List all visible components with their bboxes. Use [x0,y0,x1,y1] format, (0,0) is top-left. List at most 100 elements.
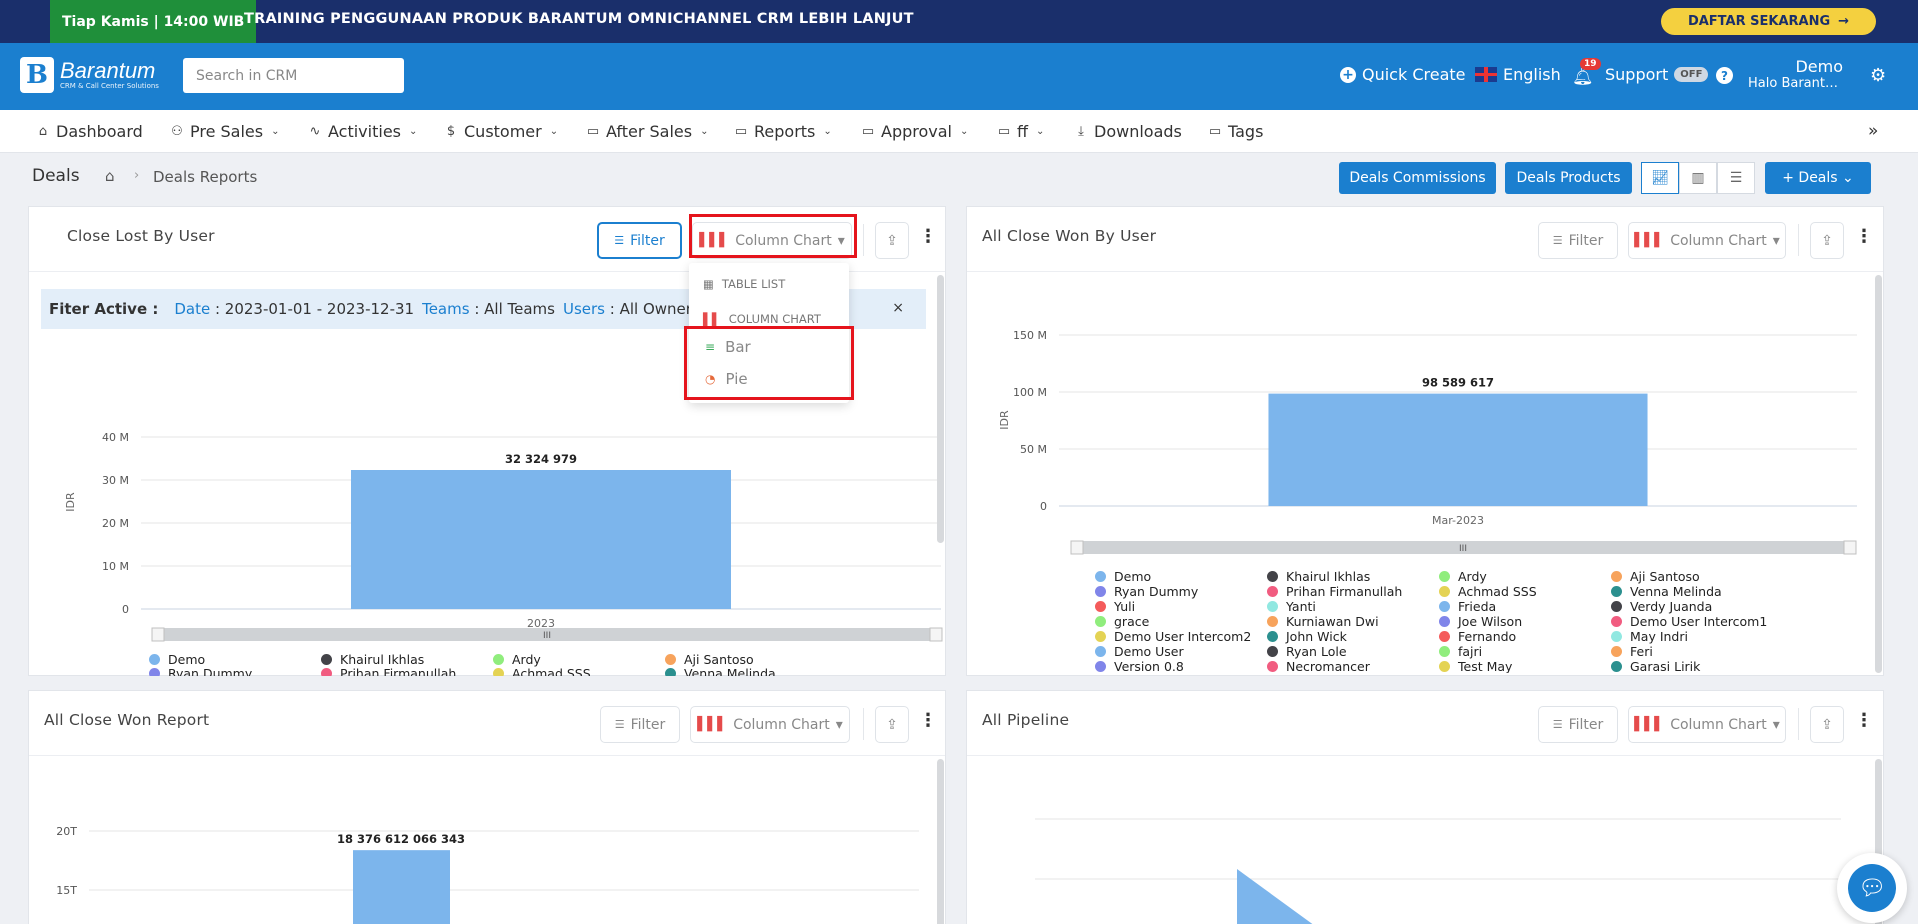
legend-item[interactable]: Ardy [1439,569,1487,584]
chart-type-dropdown[interactable]: ▌▌▌ Column Chart ▾ [1628,222,1786,259]
kanban-view-icon[interactable]: ▥ [1679,162,1717,194]
pipeline-funnel-shape[interactable] [1237,869,1322,924]
nav-after-sales[interactable]: ▭ After Sales ⌄ [586,110,709,153]
deals-products-button[interactable]: Deals Products [1505,162,1632,194]
nav-more-icon[interactable]: » [1868,121,1878,141]
legend-item[interactable]: Fernando [1439,629,1516,644]
legend-item[interactable]: John Wick [1267,629,1347,644]
legend-item[interactable]: Joe Wilson [1439,614,1522,629]
quick-create-button[interactable]: + Quick Create [1340,65,1466,84]
legend-item[interactable]: Kurniawan Dwi [1267,614,1379,629]
legend-item[interactable]: Demo User Intercom2 [1095,629,1251,644]
add-deals-button[interactable]: + Deals ⌄ [1765,162,1871,194]
legend-label: Garasi Lirik [1630,659,1701,673]
legend-item[interactable]: Prihan Firmanullah [321,666,456,676]
legend-item[interactable]: Achmad SSS [1439,584,1537,599]
kebab-menu-icon[interactable]: ⋮ [919,710,937,731]
export-icon[interactable]: ⇪ [875,706,909,743]
legend-item[interactable]: fajri [1439,644,1482,659]
nav-pre-sales[interactable]: ⚇ Pre Sales ⌄ [170,110,279,153]
vertical-scrollbar[interactable] [1875,275,1882,673]
legend-item[interactable]: Demo [1095,569,1151,584]
legend-item[interactable]: Garasi Lirik [1611,659,1700,673]
legend-item[interactable]: Prihan Firmanullah [1267,584,1402,599]
close-filter-icon[interactable]: × [892,300,904,316]
bar-close-won-report[interactable] [353,850,450,924]
search-input[interactable] [183,58,404,93]
legend-item[interactable]: Ryan Lole [1267,644,1347,659]
gear-icon[interactable]: ⚙ [1870,65,1886,86]
legend-item[interactable]: Frieda [1439,599,1496,614]
kebab-menu-icon[interactable]: ⋮ [1855,710,1873,731]
legend-item[interactable]: Venna Melinda [665,666,776,676]
legend-item[interactable]: Demo User Intercom1 [1611,614,1767,629]
legend-item[interactable]: Khairul Ikhlas [1267,569,1370,584]
nav-dashboard[interactable]: ⌂ Dashboard [36,110,143,153]
support-toggle[interactable]: Support OFF [1605,65,1709,84]
bar-2023[interactable] [351,470,731,609]
kebab-menu-icon[interactable]: ⋮ [1855,226,1873,247]
brand-logo[interactable]: B Barantum CRM & Call Center Solutions [20,57,159,93]
legend-swatch [1439,631,1450,642]
user-subtitle: Halo Barantum Ba... [1748,76,1843,91]
legend-item[interactable]: Ardy [493,652,541,667]
nav-downloads[interactable]: ⤓ Downloads [1074,110,1182,153]
export-icon[interactable]: ⇪ [875,222,909,259]
scroll-grip-icon[interactable]: III [543,631,551,641]
legend-item[interactable]: Demo User [1095,644,1184,659]
chart-type-dropdown[interactable]: ▌▌▌ Column Chart ▾ [1628,706,1786,743]
legend-item[interactable]: Yanti [1267,599,1316,614]
filter-button[interactable]: ☰ Filter [1538,222,1618,259]
deals-commissions-button[interactable]: Deals Commissions [1339,162,1496,194]
filter-button[interactable]: ☰ Filter [597,222,682,259]
nav-approval[interactable]: ▭ Approval ⌄ [861,110,969,153]
chart-type-dropdown[interactable]: ▌▌▌ Column Chart ▾ [690,706,850,743]
legend-item[interactable]: Aji Santoso [665,652,754,667]
legend-item[interactable]: Ryan Dummy [149,666,252,676]
list-view-icon[interactable]: ☰ [1717,162,1755,194]
nav-ff[interactable]: ▭ ff ⌄ [997,110,1045,153]
filter-button[interactable]: ☰ Filter [600,706,680,743]
language-selector[interactable]: English [1475,65,1561,84]
vertical-scrollbar[interactable] [937,759,944,924]
breadcrumb-home-icon[interactable]: ⌂ [105,167,115,185]
filter-button[interactable]: ☰ Filter [1538,706,1618,743]
nav-activities[interactable]: ∿ Activities ⌄ [308,110,418,153]
nav-reports[interactable]: ▭ Reports ⌄ [734,110,832,153]
bell-icon[interactable]: 🔔︎ [1572,67,1594,87]
legend-item[interactable]: Version 0.8 [1095,659,1184,673]
scroll-right-button[interactable] [929,627,943,642]
legend-item[interactable]: Venna Melinda [1611,584,1722,599]
legend-item[interactable]: Test May [1439,659,1512,673]
scroll-right-button[interactable] [1843,540,1857,555]
legend-item[interactable]: Achmad SSS [493,666,591,676]
menu-item-table-list[interactable]: ▦ TABLE LIST [703,277,785,291]
legend-item[interactable]: Necromancer [1267,659,1370,673]
export-icon[interactable]: ⇪ [1810,222,1844,259]
kebab-menu-icon[interactable]: ⋮ [919,226,937,247]
live-chat-button[interactable]: 💬︎ [1837,853,1907,923]
chart-view-icon[interactable]: 📈︎ [1641,162,1679,194]
register-button[interactable]: DAFTAR SEKARANG → [1661,8,1876,35]
legend-item[interactable]: Yuli [1095,599,1135,614]
bar-mar-2023[interactable] [1268,393,1648,506]
help-icon[interactable]: ? [1716,67,1733,84]
legend-item[interactable]: grace [1095,614,1149,629]
y-tick-label: 20T [56,825,77,838]
vertical-scrollbar[interactable] [937,275,944,543]
nav-tags[interactable]: ▭ Tags [1208,110,1264,153]
export-icon[interactable]: ⇪ [1810,706,1844,743]
scroll-left-button[interactable] [1070,540,1084,555]
nav-customer[interactable]: $ Customer ⌄ [444,110,558,153]
legend-item[interactable]: Ryan Dummy [1095,584,1198,599]
legend-item[interactable]: Feri [1611,644,1653,659]
user-menu[interactable]: Demo Halo Barantum Ba... [1748,57,1843,91]
legend-item[interactable]: Verdy Juanda [1611,599,1712,614]
scroll-left-button[interactable] [151,627,165,642]
legend-item[interactable]: May Indri [1611,629,1688,644]
legend-item[interactable]: Aji Santoso [1611,569,1700,584]
menu-item-column-chart[interactable]: ▌▌ COLUMN CHART [703,312,821,326]
scroll-grip-icon[interactable]: III [1459,544,1467,554]
legend-item[interactable]: Demo [149,652,205,667]
legend-item[interactable]: Khairul Ikhlas [321,652,424,667]
